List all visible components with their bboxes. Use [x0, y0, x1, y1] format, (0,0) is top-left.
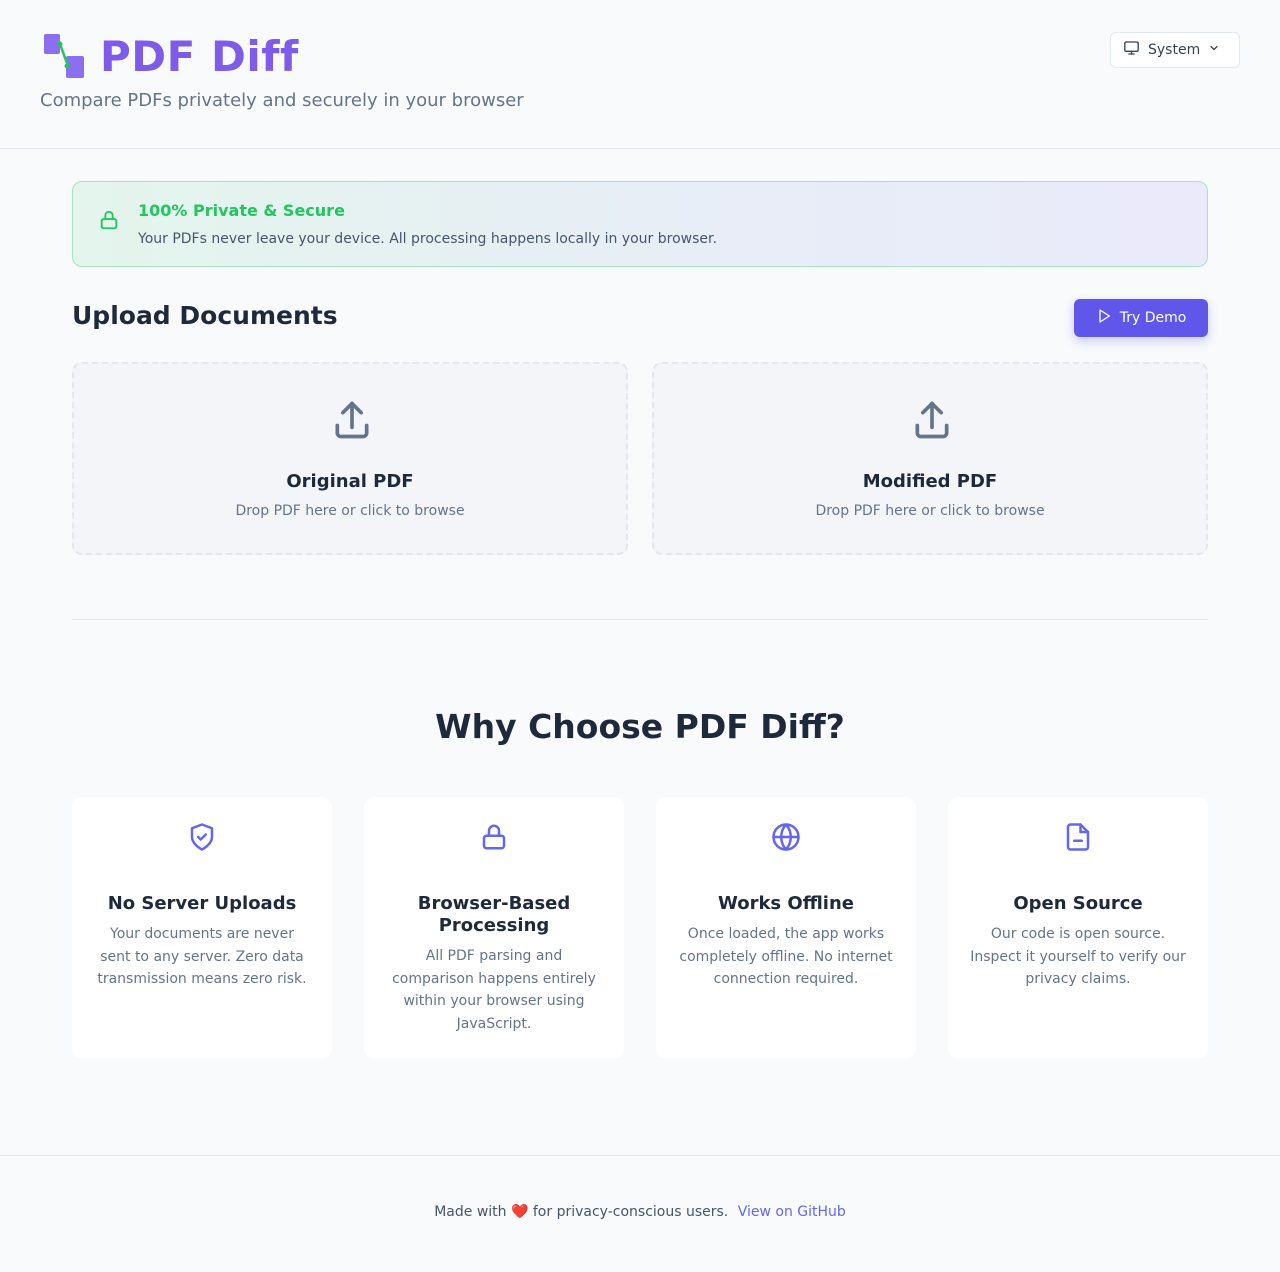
theme-select[interactable]: System — [1110, 32, 1240, 68]
feature-description: Your documents are never sent to any ser… — [97, 926, 307, 987]
dropzone-title: Original PDF — [286, 471, 414, 492]
lock-icon — [479, 821, 509, 857]
dropzone-hint: Drop PDF here or click to browse — [815, 503, 1045, 519]
feature-title: Works Offline — [718, 893, 854, 914]
feature-card-no-server-uploads: No Server Uploads Your documents are nev… — [72, 797, 332, 1058]
feature-description: Once loaded, the app works completely of… — [679, 926, 893, 987]
play-icon — [1096, 307, 1112, 329]
monitor-icon — [1123, 40, 1140, 60]
privacy-banner: 100% Private & Secure Your PDFs never le… — [72, 181, 1208, 267]
try-demo-button[interactable]: Try Demo — [1074, 299, 1208, 337]
section-divider — [72, 619, 1208, 620]
banner-text: Your PDFs never leave your device. All p… — [138, 231, 717, 247]
file-icon — [1063, 821, 1093, 857]
lock-icon — [98, 208, 120, 236]
original-pdf-dropzone[interactable]: Original PDF Drop PDF here or click to b… — [72, 362, 628, 555]
pdf-diff-logo-icon — [40, 28, 88, 84]
feature-card-browser-processing: Browser-Based Processing All PDF parsing… — [364, 797, 624, 1058]
app-header: PDF Diff Compare PDFs privately and secu… — [0, 0, 1280, 149]
feature-title: Browser-Based Processing — [417, 893, 571, 936]
upload-section-title: Upload Documents — [72, 301, 338, 330]
upload-icon — [330, 398, 374, 446]
feature-description: All PDF parsing and comparison happens e… — [392, 948, 596, 1032]
page-footer: Made with ❤️ for privacy-conscious users… — [0, 1155, 1280, 1272]
footer-text-before: Made with — [434, 1204, 507, 1220]
feature-description: Our code is open source. Inspect it your… — [970, 926, 1186, 987]
heart-icon: ❤️ — [510, 1204, 529, 1220]
globe-icon — [771, 821, 801, 857]
feature-title: No Server Uploads — [107, 893, 297, 914]
dropzone-title: Modified PDF — [862, 471, 998, 492]
features-title: Why Choose PDF Diff? — [435, 707, 845, 746]
app-tagline: Compare PDFs privately and securely in y… — [40, 90, 524, 111]
github-link[interactable]: View on GitHub — [738, 1204, 846, 1220]
feature-card-open-source: Open Source Our code is open source. Ins… — [948, 797, 1208, 1058]
theme-select-value: System — [1148, 42, 1201, 58]
upload-icon — [910, 398, 954, 446]
shield-check-icon — [187, 821, 217, 857]
chevron-down-icon — [1208, 42, 1220, 58]
modified-pdf-dropzone[interactable]: Modified PDF Drop PDF here or click to b… — [652, 362, 1208, 555]
footer-text-after: for privacy-conscious users. — [532, 1204, 729, 1220]
feature-card-works-offline: Works Offline Once loaded, the app works… — [656, 797, 916, 1058]
try-demo-label: Try Demo — [1119, 310, 1187, 326]
banner-title: 100% Private & Secure — [138, 201, 345, 220]
brand: PDF Diff — [40, 28, 299, 84]
footer-text: Made with ❤️ for privacy-conscious users… — [0, 1204, 1280, 1220]
feature-title: Open Source — [1013, 893, 1143, 914]
app-title: PDF Diff — [100, 31, 299, 81]
dropzone-hint: Drop PDF here or click to browse — [235, 503, 465, 519]
